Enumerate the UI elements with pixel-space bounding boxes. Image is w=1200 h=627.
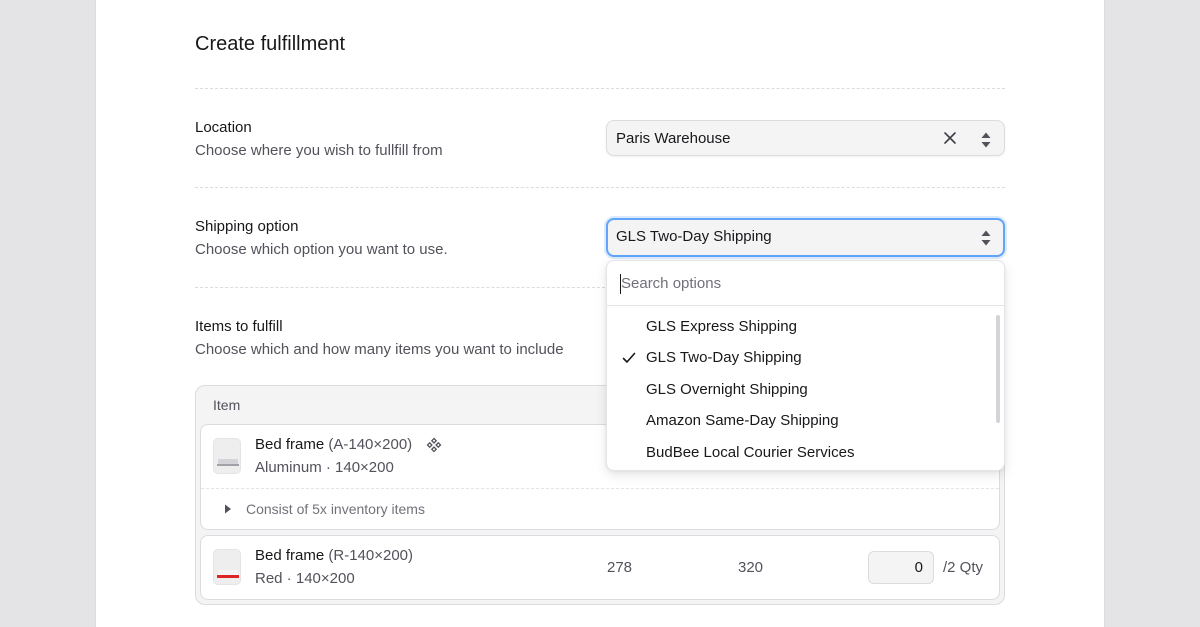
close-icon[interactable] — [942, 130, 958, 146]
bed-frame-image — [217, 459, 239, 466]
item-sku: (A-140×200) — [328, 436, 413, 453]
item-name-text: Bed frame — [255, 436, 325, 453]
items-to-fulfill-label: Items to fulfill — [195, 318, 283, 335]
check-icon — [622, 352, 636, 363]
search-options-input[interactable]: Search options — [607, 261, 1004, 306]
item-name-text: Bed frame — [255, 547, 325, 564]
location-select[interactable]: Paris Warehouse — [606, 120, 1005, 156]
chevron-up-down-icon — [981, 230, 991, 246]
item-variant: Aluminum · 140×200 — [255, 459, 394, 476]
search-placeholder: Search options — [621, 275, 722, 292]
scrollbar[interactable] — [996, 315, 1000, 423]
shipping-option-select-value: GLS Two-Day Shipping — [616, 228, 772, 245]
divider — [195, 88, 1005, 89]
option-item[interactable]: BudBee Local Courier Services — [646, 444, 854, 461]
option-item[interactable]: GLS Express Shipping — [646, 318, 797, 335]
location-description: Choose where you wish to fullfill from — [195, 142, 443, 159]
option-item[interactable]: GLS Overnight Shipping — [646, 381, 808, 398]
components-icon — [426, 437, 442, 453]
item-name: Bed frame (A-140×200) — [255, 436, 412, 453]
shipping-option-select[interactable]: GLS Two-Day Shipping — [606, 218, 1005, 257]
divider — [201, 488, 999, 489]
quantity-input[interactable]: 0 — [868, 551, 934, 584]
bed-frame-image — [217, 570, 239, 578]
product-thumbnail — [213, 438, 241, 474]
stock-quantity: 278 — [607, 559, 633, 576]
item-name: Bed frame (R-140×200) — [255, 547, 413, 564]
option-item-selected[interactable]: GLS Two-Day Shipping — [646, 349, 802, 366]
divider — [195, 287, 605, 288]
option-item[interactable]: Amazon Same-Day Shipping — [646, 412, 839, 429]
quantity-max-label: /2 Qty — [943, 559, 984, 576]
items-to-fulfill-description: Choose which and how many items you want… — [195, 341, 564, 358]
stock-quantity: 320 — [738, 559, 764, 576]
location-select-value: Paris Warehouse — [616, 130, 731, 147]
product-thumbnail — [213, 549, 241, 585]
components-toggle[interactable]: Consist of 5x inventory items — [246, 501, 425, 517]
chevron-up-down-icon — [981, 132, 991, 148]
item-variant: Red · 140×200 — [255, 570, 355, 587]
shipping-options-dropdown: Search options GLS Express Shipping GLS … — [606, 260, 1005, 471]
page-title: Create fulfillment — [195, 33, 346, 55]
shipping-option-description: Choose which option you want to use. — [195, 241, 448, 258]
triangle-right-icon[interactable] — [224, 504, 232, 514]
divider — [195, 187, 1005, 188]
shipping-option-label: Shipping option — [195, 218, 299, 235]
item-sku: (R-140×200) — [328, 547, 414, 564]
column-header-item: Item — [213, 397, 241, 413]
location-label: Location — [195, 119, 252, 136]
